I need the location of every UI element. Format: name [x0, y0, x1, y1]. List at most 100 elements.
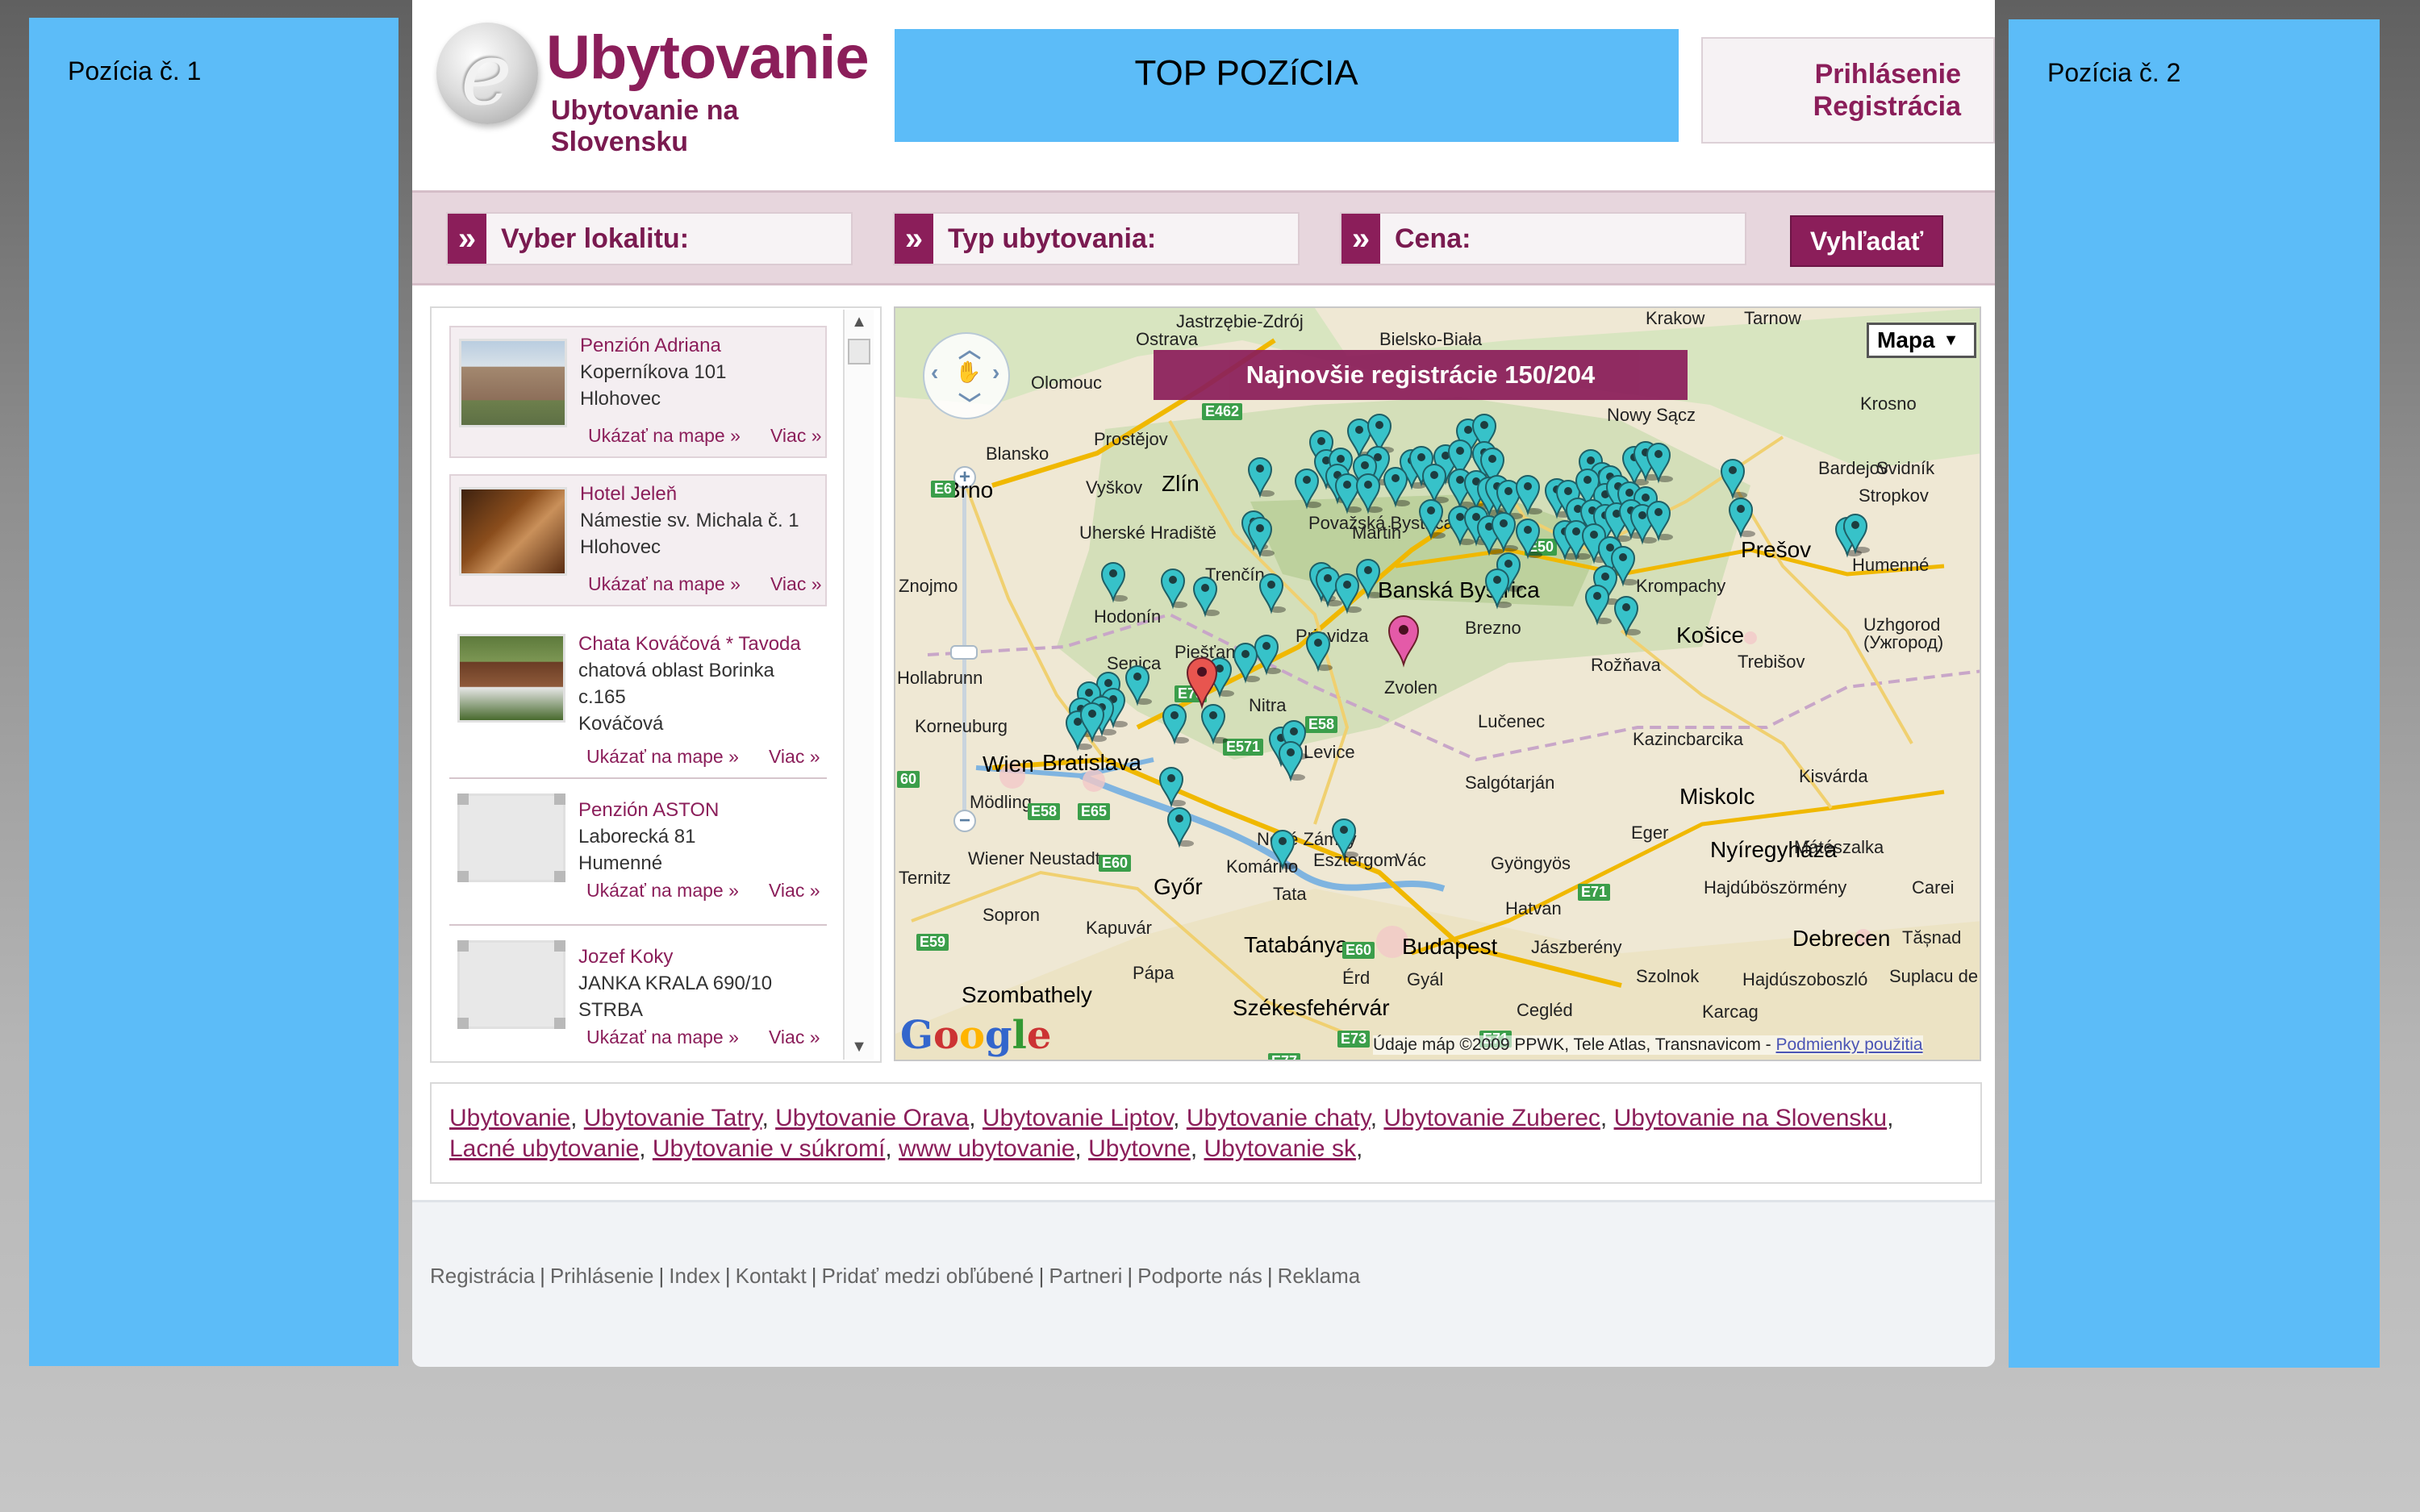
footer-link[interactable]: Reklama — [1278, 1264, 1361, 1288]
seo-link[interactable]: Ubytovanie v súkromí — [653, 1135, 885, 1162]
seo-link[interactable]: Ubytovanie na Slovensku — [1614, 1105, 1888, 1131]
chevron-right-icon: » — [895, 214, 933, 264]
register-link[interactable]: Registrácia — [1703, 90, 1961, 123]
more-link[interactable]: Viac » — [770, 571, 822, 598]
footer-separator: | — [724, 1264, 731, 1288]
listing-photo-placeholder[interactable] — [457, 793, 565, 882]
seo-link-separator: , — [1600, 1105, 1614, 1131]
map-type-dropdown[interactable]: Mapa ▼ — [1867, 323, 1976, 358]
show-on-map-link[interactable]: Ukázať na mape » — [586, 1027, 739, 1048]
map-city-label: Szolnok — [1636, 966, 1700, 986]
map-terms-link[interactable]: Podmienky použitia — [1776, 1035, 1923, 1054]
listing-photo-placeholder[interactable] — [457, 940, 565, 1029]
scroll-down-icon[interactable]: ▼ — [849, 1038, 869, 1056]
pan-right-icon[interactable]: › — [992, 360, 999, 385]
listing-name[interactable]: Penzión ASTON — [578, 797, 719, 823]
road-shield: E60 — [1342, 942, 1375, 959]
listing-photo[interactable] — [459, 339, 567, 427]
seo-link[interactable]: Ubytovanie chaty — [1187, 1105, 1371, 1131]
site-logo[interactable]: e Ubytovanie Ubytovanie na Slovensku — [436, 18, 870, 157]
more-link[interactable]: Viac » — [769, 877, 820, 904]
footer-links: Registrácia | Prihlásenie | Index | Kontakt | Pr… — [430, 1264, 1360, 1289]
accommodation-type-select[interactable]: » Typ ubytovania: — [893, 212, 1300, 265]
map-pan-control[interactable]: ︿ ﹀ ‹ › ✋ — [923, 332, 1010, 419]
seo-link[interactable]: Ubytovanie sk — [1204, 1135, 1356, 1162]
listing-name[interactable]: Penzión Adriana — [580, 332, 721, 359]
listing-photo[interactable] — [459, 487, 567, 576]
listing-address: Námestie sv. Michala č. 1 Hlohovec — [580, 510, 799, 558]
seo-link[interactable]: Ubytovne — [1088, 1135, 1191, 1162]
map-city-label: Carei — [1912, 877, 1955, 898]
zoom-handle[interactable] — [950, 645, 978, 660]
seo-link[interactable]: www ubytovanie — [899, 1135, 1074, 1162]
map-city-label: Trenčín — [1205, 564, 1265, 585]
ad-position-2: Pozícia č. 2 — [2009, 19, 2380, 1368]
map-city-label: Nowy Sącz — [1607, 405, 1696, 425]
listing-address: Laborecká 81 Humenné — [578, 826, 696, 874]
seo-link-separator: , — [761, 1105, 776, 1131]
footer-link[interactable]: Podporte nás — [1137, 1264, 1262, 1288]
seo-link[interactable]: Ubytovanie Liptov — [983, 1105, 1173, 1131]
listing-photo[interactable] — [457, 634, 565, 723]
list-item: Chata Kováčová * Tavoda chatová oblast B… — [449, 626, 827, 776]
map-city-label: Gyál — [1407, 969, 1444, 989]
search-button[interactable]: Vyhľadať — [1790, 215, 1943, 267]
top-ad-position: TOP POZíCIA — [895, 29, 1679, 142]
zoom-slider[interactable]: + — [950, 466, 978, 837]
footer-separator: | — [1127, 1264, 1133, 1288]
road-shield: E77 — [1268, 1053, 1301, 1060]
hand-icon: ✋ — [955, 360, 982, 384]
scrollbar-thumb[interactable] — [848, 339, 870, 364]
map-view[interactable]: Najnovšie registrácie 150/204 Mapa ▼ ︿ ﹀… — [894, 306, 1981, 1061]
location-select[interactable]: » Vyber lokalitu: — [446, 212, 853, 265]
listing-links: Ukázať na mape » Viac » — [586, 1024, 820, 1051]
seo-link[interactable]: Ubytovanie Tatry — [584, 1105, 762, 1131]
map-city-label: Mödling — [970, 792, 1033, 812]
map-city-label: Székesfehérvár — [1233, 995, 1390, 1020]
footer-link[interactable]: Registrácia — [430, 1264, 535, 1288]
pan-left-icon[interactable]: ‹ — [931, 360, 938, 385]
footer-link[interactable]: Index — [669, 1264, 720, 1288]
pan-down-icon[interactable]: ﹀ — [958, 387, 981, 419]
seo-link-separator: , — [885, 1135, 899, 1162]
list-item: Penzión Adriana Koperníkova 101 Hlohovec … — [449, 326, 827, 458]
seo-link[interactable]: Ubytovanie — [449, 1105, 570, 1131]
map-city-label: Kazincbarcika — [1633, 729, 1743, 749]
show-on-map-link[interactable]: Ukázať na mape » — [588, 573, 741, 594]
seo-link[interactable]: Ubytovanie Orava — [775, 1105, 969, 1131]
listing-name[interactable]: Chata Kováčová * Tavoda — [578, 631, 801, 657]
road-shield: E65 — [1078, 803, 1111, 820]
map-city-label: Mátészalka — [1794, 837, 1884, 857]
footer-link[interactable]: Partneri — [1049, 1264, 1122, 1288]
footer-link[interactable]: Prihlásenie — [550, 1264, 654, 1288]
list-item: Penzión ASTON Laborecká 81 Humenné Ukázať… — [449, 792, 827, 924]
logo-e-icon: e — [436, 23, 538, 125]
road-shield: E58 — [1028, 803, 1061, 820]
footer-link[interactable]: Kontakt — [736, 1264, 807, 1288]
seo-link-separator: , — [1370, 1105, 1384, 1131]
show-on-map-link[interactable]: Ukázať na mape » — [588, 425, 741, 446]
seo-link[interactable]: Lacné ubytovanie — [449, 1135, 639, 1162]
zoom-out-button[interactable]: − — [953, 810, 976, 832]
map-city-label: Wien — [983, 752, 1034, 777]
map-city-label: Krompachy — [1636, 576, 1726, 596]
map-city-label: Krakow — [1646, 308, 1705, 328]
more-link[interactable]: Viac » — [769, 1024, 820, 1051]
listing-scrollbar[interactable]: ▲ ▼ — [843, 310, 874, 1060]
placeholder-corner — [457, 793, 469, 805]
scroll-up-icon[interactable]: ▲ — [849, 313, 869, 331]
more-link[interactable]: Viac » — [770, 423, 822, 449]
seo-link[interactable]: Ubytovanie Zuberec — [1383, 1105, 1600, 1131]
footer: Registrácia | Prihlásenie | Index | Kontakt | Pr… — [412, 1200, 1995, 1367]
listing-name[interactable]: Hotel Jeleň — [580, 481, 677, 507]
map-city-label: Banská Bystrica — [1378, 577, 1540, 602]
footer-link[interactable]: Pridať medzi obľúbené — [822, 1264, 1034, 1288]
map-city-label: Zvolen — [1384, 677, 1438, 698]
listing-name[interactable]: Jozef Koky — [578, 943, 673, 970]
more-link[interactable]: Viac » — [769, 744, 820, 770]
show-on-map-link[interactable]: Ukázať na mape » — [586, 746, 739, 767]
price-select[interactable]: » Cena: — [1340, 212, 1746, 265]
show-on-map-link[interactable]: Ukázať na mape » — [586, 880, 739, 901]
map-city-label: Jászberény — [1531, 937, 1622, 957]
login-link[interactable]: Prihlásenie — [1703, 58, 1961, 90]
